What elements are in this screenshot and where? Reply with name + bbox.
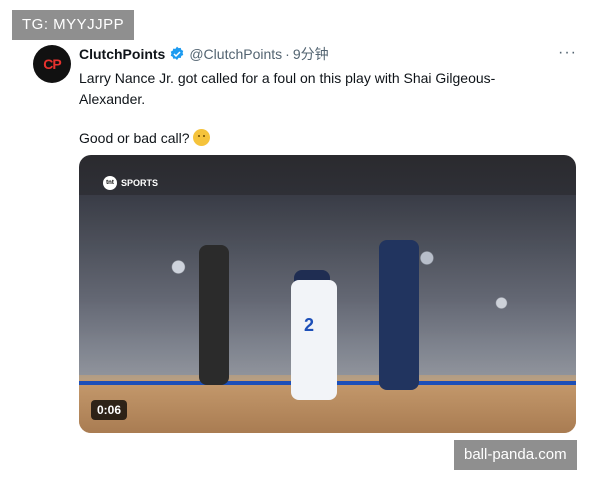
tweet-text-line2: Good or bad call?: [79, 130, 190, 146]
avatar-text: CP: [43, 56, 61, 72]
display-name[interactable]: ClutchPoints: [79, 46, 165, 62]
referee-figure: [199, 245, 229, 385]
jersey-number: 2: [304, 315, 315, 335]
tweet-header: ClutchPoints @ClutchPoints · 9分钟: [79, 44, 329, 64]
more-options-icon[interactable]: ···: [558, 44, 577, 62]
tweet-text-line1: Larry Nance Jr. got called for a foul on…: [79, 70, 496, 107]
separator-dot: ·: [285, 46, 290, 62]
tnt-logo-icon: tnt: [103, 176, 117, 190]
timestamp[interactable]: 9分钟: [293, 44, 329, 64]
handle[interactable]: @ClutchPoints: [189, 46, 282, 62]
player-figure-white: 2: [291, 280, 337, 400]
player-figure-navy: [379, 240, 419, 390]
broadcaster-label: SPORTS: [121, 178, 159, 188]
verified-badge-icon: [171, 46, 184, 60]
site-watermark: ball-panda.com: [454, 440, 577, 470]
tweet-text: Larry Nance Jr. got called for a foul on…: [79, 68, 549, 167]
video-player[interactable]: 2 tnt SPORTS 0:06: [79, 155, 576, 433]
tg-overlay-tag: TG: MYYJJPP: [12, 10, 135, 40]
avatar[interactable]: CP: [33, 45, 71, 83]
broadcaster-logo: tnt SPORTS: [103, 175, 158, 191]
tweet-text-line2-wrap: Good or bad call?: [79, 128, 549, 149]
video-duration: 0:06: [91, 400, 128, 420]
tweet-card: CP ClutchPoints @ClutchPoints · 9分钟 ··· …: [0, 0, 600, 480]
thinking-face-icon: [192, 129, 210, 146]
